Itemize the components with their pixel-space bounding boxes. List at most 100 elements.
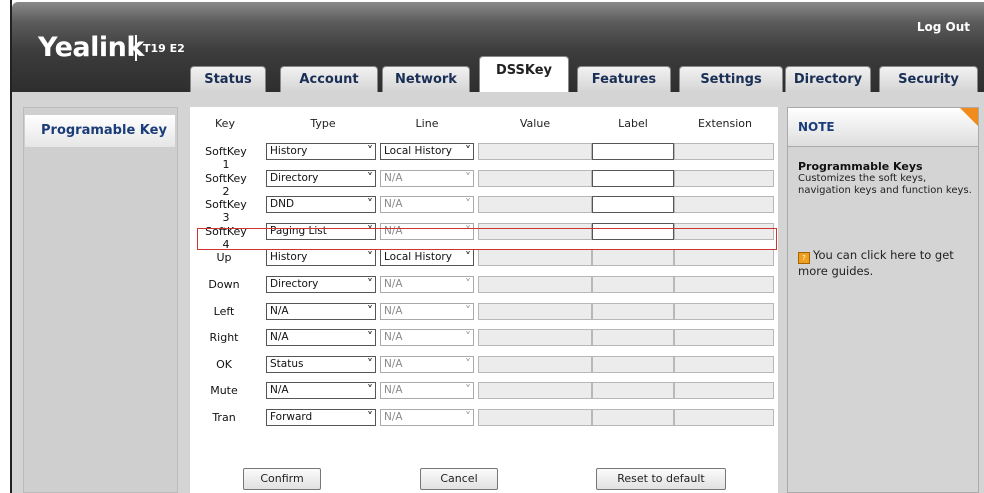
type-select[interactable]: Status ˅ xyxy=(266,356,376,373)
value-input[interactable] xyxy=(478,329,592,346)
key-label: Mute xyxy=(210,384,238,397)
sidebar-item-programable-key[interactable]: Programable Key xyxy=(25,115,175,147)
type-select[interactable]: DND ˅ xyxy=(266,196,376,213)
line-select[interactable]: Local History ˅ xyxy=(380,249,474,266)
logout-link[interactable]: Log Out xyxy=(917,20,970,34)
dsskey-table-panel xyxy=(190,107,778,493)
tab-security[interactable]: Security xyxy=(879,66,978,92)
softkey4-highlight xyxy=(197,228,777,250)
extension-input[interactable] xyxy=(674,356,774,373)
value-input[interactable] xyxy=(478,409,592,426)
line-select[interactable]: N/A ˅ xyxy=(380,170,474,187)
chevron-down-icon: ˅ xyxy=(465,144,471,158)
label-input[interactable] xyxy=(592,329,674,346)
chevron-down-icon: ˅ xyxy=(465,304,471,318)
line-select[interactable]: N/A ˅ xyxy=(380,382,474,399)
value-input[interactable] xyxy=(478,356,592,373)
extension-input[interactable] xyxy=(674,409,774,426)
value-input[interactable] xyxy=(478,276,592,293)
chevron-down-icon: ˅ xyxy=(367,410,373,424)
line-select-value: N/A xyxy=(384,305,403,317)
chevron-down-icon: ˅ xyxy=(465,410,471,424)
yealink-logo: Yealink xyxy=(38,32,144,63)
column-header-extension: Extension xyxy=(697,117,752,130)
value-input[interactable] xyxy=(478,196,592,213)
line-select[interactable]: N/A ˅ xyxy=(380,409,474,426)
line-select[interactable]: N/A ˅ xyxy=(380,276,474,293)
extension-input[interactable] xyxy=(674,329,774,346)
type-select[interactable]: Directory ˅ xyxy=(266,276,376,293)
chevron-down-icon: ˅ xyxy=(465,330,471,344)
line-select[interactable]: N/A ˅ xyxy=(380,356,474,373)
note-header: NOTE xyxy=(788,108,978,147)
label-input[interactable] xyxy=(592,143,674,160)
chevron-down-icon: ˅ xyxy=(465,197,471,211)
chevron-down-icon: ˅ xyxy=(367,197,373,211)
key-label: Left xyxy=(213,305,235,318)
key-label: SoftKey 1 xyxy=(205,145,247,171)
reset-to-default-button[interactable]: Reset to default xyxy=(596,468,726,490)
line-select-value: N/A xyxy=(384,411,403,423)
line-select[interactable]: N/A ˅ xyxy=(380,303,474,320)
confirm-button[interactable]: Confirm xyxy=(243,468,321,490)
value-input[interactable] xyxy=(478,249,592,266)
label-input[interactable] xyxy=(592,409,674,426)
type-select[interactable]: History ˅ xyxy=(266,143,376,160)
tab-network[interactable]: Network xyxy=(382,66,470,92)
column-header-type: Type xyxy=(310,117,336,130)
type-select[interactable]: Directory ˅ xyxy=(266,170,376,187)
extension-input[interactable] xyxy=(674,276,774,293)
value-input[interactable] xyxy=(478,170,592,187)
extension-input[interactable] xyxy=(674,143,774,160)
type-select[interactable]: Forward ˅ xyxy=(266,409,376,426)
note-heading: Programmable Keys xyxy=(798,160,923,173)
value-input[interactable] xyxy=(478,382,592,399)
type-select-value: N/A xyxy=(270,305,289,317)
column-header-value: Value xyxy=(519,117,551,130)
label-input[interactable] xyxy=(592,196,674,213)
cancel-button[interactable]: Cancel xyxy=(420,468,498,490)
tab-account[interactable]: Account xyxy=(280,66,378,92)
tab-directory[interactable]: Directory xyxy=(785,66,871,92)
type-select-value: Directory xyxy=(270,172,319,184)
line-select-value: N/A xyxy=(384,331,403,343)
line-select-value: N/A xyxy=(384,384,403,396)
label-input[interactable] xyxy=(592,276,674,293)
type-select[interactable]: N/A ˅ xyxy=(266,329,376,346)
extension-input[interactable] xyxy=(674,303,774,320)
tab-features[interactable]: Features xyxy=(577,66,671,92)
line-select-value: Local History xyxy=(384,251,452,263)
tab-dsskey[interactable]: DSSKey xyxy=(479,56,569,92)
type-select[interactable]: History ˅ xyxy=(266,249,376,266)
label-input[interactable] xyxy=(592,249,674,266)
type-select-value: History xyxy=(270,145,308,157)
type-select-value: Status xyxy=(270,358,304,370)
logo-divider xyxy=(135,35,137,61)
tab-settings[interactable]: Settings xyxy=(679,66,783,92)
label-input[interactable] xyxy=(592,170,674,187)
chevron-down-icon: ˅ xyxy=(367,304,373,318)
line-select[interactable]: Local History ˅ xyxy=(380,143,474,160)
type-select[interactable]: N/A ˅ xyxy=(266,382,376,399)
type-select[interactable]: N/A ˅ xyxy=(266,303,376,320)
label-input[interactable] xyxy=(592,356,674,373)
chevron-down-icon: ˅ xyxy=(367,330,373,344)
extension-input[interactable] xyxy=(674,170,774,187)
extension-input[interactable] xyxy=(674,382,774,399)
label-input[interactable] xyxy=(592,382,674,399)
extension-input[interactable] xyxy=(674,196,774,213)
key-label: Up xyxy=(216,251,232,264)
note-text: Customizes the soft keys, navigation key… xyxy=(798,173,972,196)
line-select[interactable]: N/A ˅ xyxy=(380,196,474,213)
value-input[interactable] xyxy=(478,303,592,320)
extension-input[interactable] xyxy=(674,249,774,266)
model-label: T19 E2 xyxy=(143,42,185,55)
label-input[interactable] xyxy=(592,303,674,320)
line-select[interactable]: N/A ˅ xyxy=(380,329,474,346)
column-header-key: Key xyxy=(215,117,235,130)
type-select-value: Directory xyxy=(270,278,319,290)
value-input[interactable] xyxy=(478,143,592,160)
guide-link[interactable]: ? You can click here to get more guides. xyxy=(798,248,973,278)
tab-status[interactable]: Status xyxy=(190,66,266,92)
line-select-value: Local History xyxy=(384,145,452,157)
